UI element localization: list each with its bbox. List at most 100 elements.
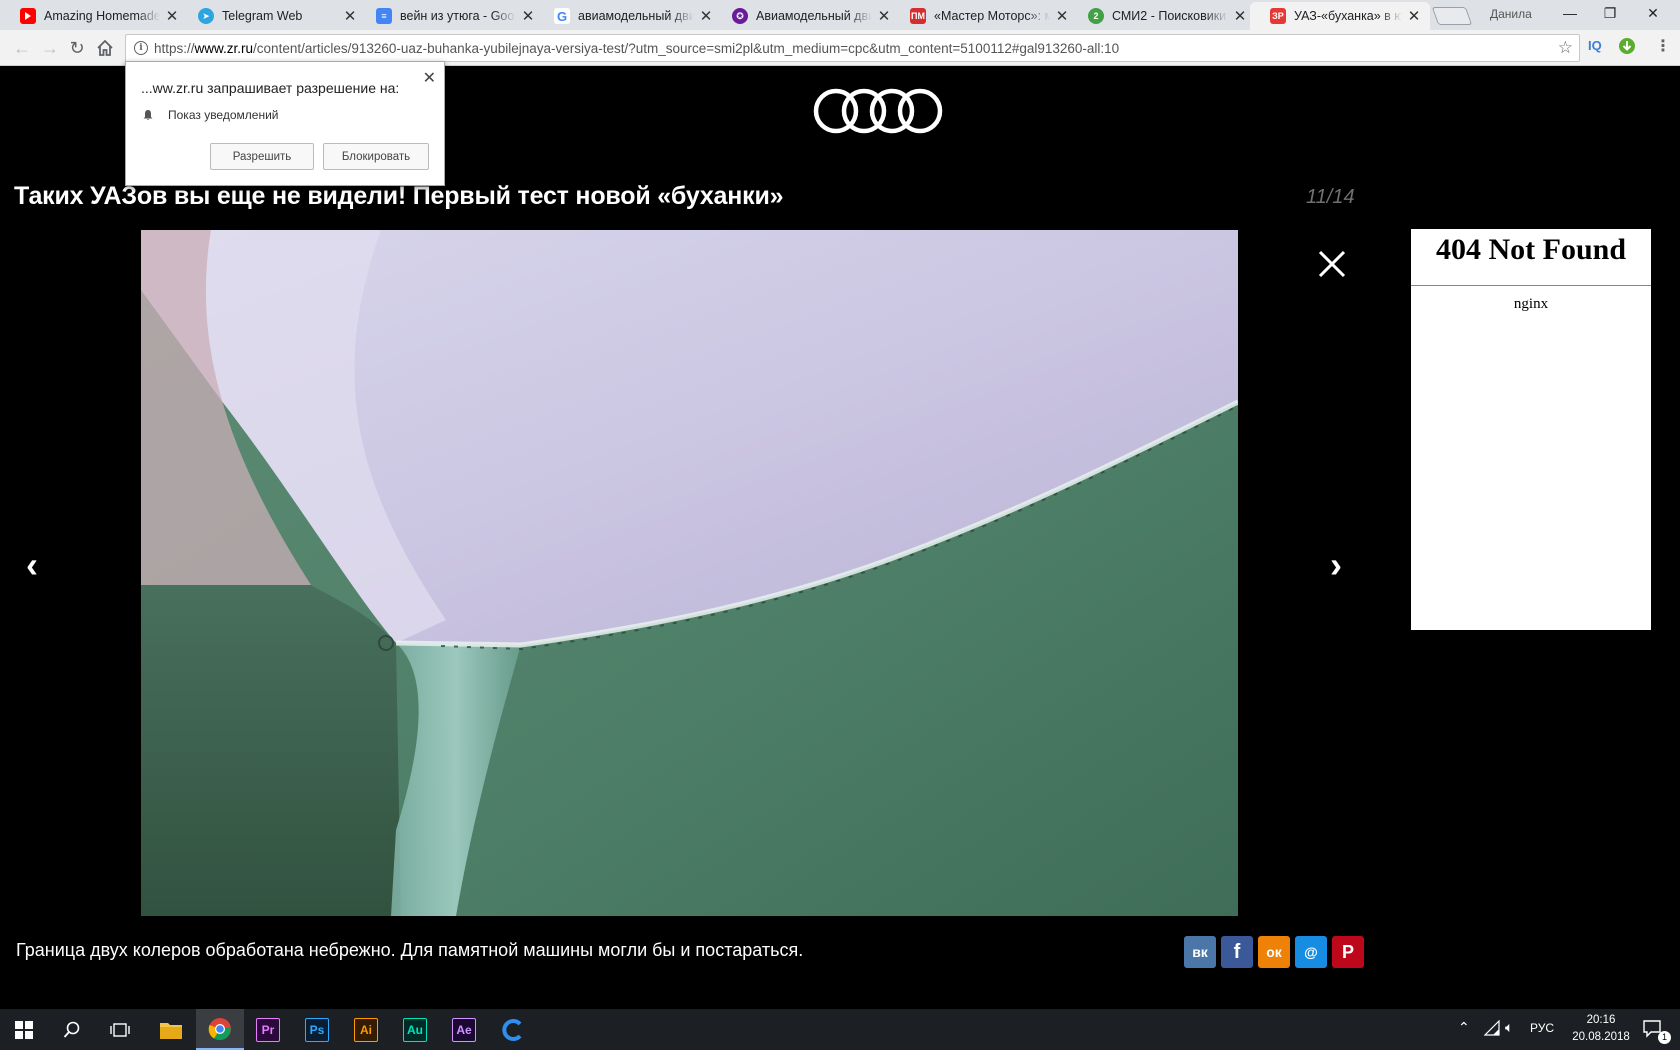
permission-label: Показ уведомлений xyxy=(168,108,279,122)
menu-icon[interactable]: ⋮ xyxy=(1655,36,1671,56)
home-button[interactable] xyxy=(93,36,117,60)
ccleaner-icon xyxy=(502,1018,522,1041)
tray-expand-icon[interactable]: ⌃ xyxy=(1458,1019,1470,1036)
gallery-next-button[interactable]: › xyxy=(1330,544,1342,586)
taskbar-ccleaner[interactable] xyxy=(489,1009,537,1050)
tab-title: Авиамодельный дви xyxy=(756,9,872,23)
back-button[interactable]: ← xyxy=(10,36,34,60)
google-docs-icon: ≡ xyxy=(376,8,392,24)
forward-button[interactable]: → xyxy=(38,36,62,60)
allow-button[interactable]: Разрешить xyxy=(210,143,314,170)
tab-close-icon[interactable]: ✕ xyxy=(1232,7,1248,25)
new-tab-button[interactable] xyxy=(1431,7,1473,25)
notification-permission-popup: ...ww.zr.ru запрашивает разрешение на: ✕… xyxy=(125,61,445,186)
tab-close-icon[interactable]: ✕ xyxy=(876,7,892,25)
clock[interactable]: 20:16 20.08.2018 xyxy=(1566,1012,1636,1046)
audi-logo[interactable] xyxy=(812,88,946,134)
gallery-prev-button[interactable]: ‹ xyxy=(26,544,38,586)
site-info-icon[interactable]: i xyxy=(134,41,148,55)
tab-close-icon[interactable]: ✕ xyxy=(1406,7,1422,25)
home-icon xyxy=(97,39,113,56)
vk-share-button[interactable]: вк xyxy=(1184,936,1216,968)
search-icon xyxy=(63,1021,80,1038)
permission-row: Показ уведомлений xyxy=(142,108,278,122)
youtube-icon xyxy=(20,8,36,24)
tab-close-icon[interactable]: ✕ xyxy=(520,7,536,25)
search-button[interactable] xyxy=(48,1009,96,1050)
iq-extension-icon[interactable]: IQ xyxy=(1588,38,1602,53)
taskbar-illustrator[interactable]: Ai xyxy=(342,1009,390,1050)
language-indicator[interactable]: РУС xyxy=(1530,1021,1554,1035)
gallery-photo xyxy=(141,230,1238,916)
tab-close-icon[interactable]: ✕ xyxy=(1054,7,1070,25)
pm-icon: ПМ xyxy=(910,8,926,24)
tab-close-icon[interactable]: ✕ xyxy=(698,7,714,25)
window-close-icon[interactable]: ✕ xyxy=(1643,5,1663,22)
tab-title: вейн из утюга - Goog xyxy=(400,9,516,23)
tab-title: УАЗ-«буханка» в юби xyxy=(1294,9,1402,23)
taskbar-explorer[interactable] xyxy=(147,1009,195,1050)
ad-error-heading: 404 Not Found xyxy=(1435,233,1627,266)
tab-title: СМИ2 - Поисковики xyxy=(1112,9,1227,23)
taskbar: Pr Ps Ai Au Ae ⌃ 🔈︎ РУС 20:16 20.08.2018… xyxy=(0,1009,1680,1050)
after-effects-icon: Ae xyxy=(452,1017,476,1042)
bookmark-star-icon[interactable]: ☆ xyxy=(1558,38,1573,58)
audition-icon: Au xyxy=(403,1017,427,1042)
address-bar[interactable]: i https://www.zr.ru/content/articles/913… xyxy=(125,34,1580,62)
gallery-close-icon[interactable] xyxy=(1316,248,1348,280)
facebook-share-button[interactable]: f xyxy=(1221,936,1253,968)
photo-caption: Граница двух колеров обработана небрежно… xyxy=(16,940,804,960)
zr-icon: ЗР xyxy=(1270,8,1286,24)
notification-count-badge: 1 xyxy=(1658,1031,1671,1044)
popup-close-icon[interactable]: ✕ xyxy=(423,68,436,88)
download-extension-icon[interactable] xyxy=(1618,37,1636,58)
google-icon: G xyxy=(554,8,570,24)
taskbar-after-effects[interactable]: Ae xyxy=(440,1009,488,1050)
reload-button[interactable]: ↻ xyxy=(65,36,89,60)
block-button[interactable]: Блокировать xyxy=(323,143,429,170)
share-buttons: вк f ок @ P xyxy=(1184,936,1364,968)
volume-icon[interactable]: 🔈︎ xyxy=(1505,1019,1513,1036)
tab-close-icon[interactable]: ✕ xyxy=(164,7,180,25)
tab-telegram[interactable]: ➤ Telegram Web ✕ xyxy=(178,2,366,30)
clock-time: 20:16 xyxy=(1586,1014,1616,1026)
minimize-icon[interactable]: — xyxy=(1560,5,1580,21)
mailru-share-button[interactable]: @ xyxy=(1295,936,1327,968)
network-icon[interactable] xyxy=(1483,1019,1500,1039)
taskbar-photoshop[interactable]: Ps xyxy=(293,1009,341,1050)
ad-banner[interactable]: 404 Not Found nginx xyxy=(1411,229,1651,630)
smi2-icon: 2 xyxy=(1088,8,1104,24)
tab-smi2[interactable]: 2 СМИ2 - Поисковики ✕ xyxy=(1068,2,1256,30)
illustrator-icon: Ai xyxy=(354,1017,378,1042)
telegram-icon: ➤ xyxy=(198,8,214,24)
task-view-icon xyxy=(110,1022,130,1037)
bell-icon xyxy=(143,110,153,120)
start-button[interactable] xyxy=(0,1009,48,1050)
profile-name[interactable]: Данила xyxy=(1490,7,1532,21)
tab-google-docs[interactable]: ≡ вейн из утюга - Goog ✕ xyxy=(356,2,544,30)
tab-strip: Amazing Homemade I ✕ ➤ Telegram Web ✕ ≡ … xyxy=(0,0,1680,30)
premiere-icon: Pr xyxy=(256,1017,280,1042)
chrome-icon xyxy=(208,1017,231,1040)
tab-title: Telegram Web xyxy=(222,9,303,23)
tab-title: «Мастер Моторс»: м xyxy=(934,9,1050,23)
tab-google-search[interactable]: G авиамодельный дви ✕ xyxy=(534,2,722,30)
tab-aviamodel[interactable]: ✪ Авиамодельный дви ✕ xyxy=(712,2,900,30)
site-icon: ✪ xyxy=(732,8,748,24)
pinterest-share-button[interactable]: P xyxy=(1332,936,1364,968)
taskbar-audition[interactable]: Au xyxy=(391,1009,439,1050)
tab-master-motors[interactable]: ПМ «Мастер Моторс»: м ✕ xyxy=(890,2,1078,30)
gallery-counter: 11/14 xyxy=(1306,186,1355,208)
gallery-title: Таких УАЗов вы еще не видели! Первый тес… xyxy=(14,182,784,210)
restore-icon[interactable]: ❐ xyxy=(1600,5,1620,22)
tab-close-icon[interactable]: ✕ xyxy=(342,7,358,25)
taskbar-chrome[interactable] xyxy=(196,1009,244,1050)
gallery-page: Таких УАЗов вы еще не видели! Первый тес… xyxy=(0,66,1680,1009)
tab-youtube[interactable]: Amazing Homemade I ✕ xyxy=(0,2,188,30)
taskbar-premiere[interactable]: Pr xyxy=(244,1009,292,1050)
tab-zr-active[interactable]: ЗР УАЗ-«буханка» в юби ✕ xyxy=(1250,2,1430,30)
task-view-button[interactable] xyxy=(96,1009,144,1050)
odnoklassniki-share-button[interactable]: ок xyxy=(1258,936,1290,968)
address-url[interactable]: https://www.zr.ru/content/articles/91326… xyxy=(154,41,1558,56)
tab-title: авиамодельный дви xyxy=(578,9,694,23)
